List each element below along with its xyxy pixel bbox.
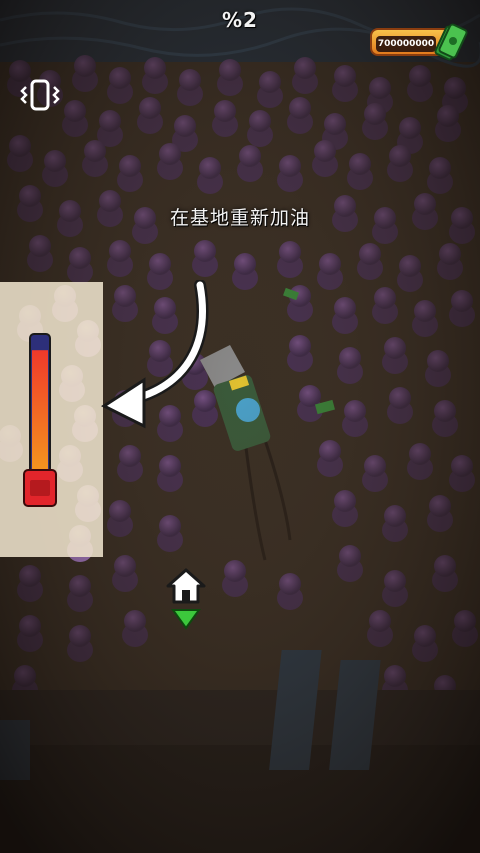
- home-base-marker[interactable]: [166, 568, 206, 630]
- refuel-hint: 在基地重新加油: [169, 207, 310, 229]
- vibration-toggle-button[interactable]: [18, 78, 62, 112]
- home-icon: [166, 568, 206, 630]
- green-arrow-down-icon: [171, 609, 201, 630]
- fuel-gauge-fill: [32, 350, 48, 478]
- cash-amount: 700000000: [376, 36, 436, 52]
- curved-arrow-left-icon: [100, 280, 209, 429]
- fuel-gauge: [23, 333, 57, 507]
- fuel-can-icon: [23, 469, 57, 507]
- phone-vibrate-icon: [20, 79, 60, 111]
- cash-counter[interactable]: 700000000: [370, 22, 470, 62]
- cash-stack-icon: [434, 23, 468, 61]
